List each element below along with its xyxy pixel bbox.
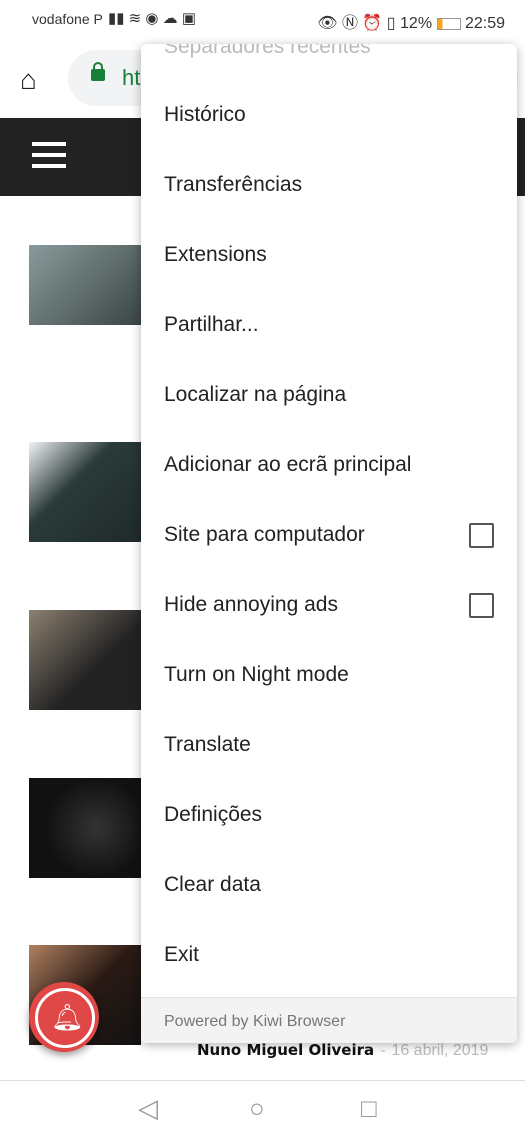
menu-item[interactable]: Histórico: [164, 100, 494, 130]
menu-item[interactable]: Definições: [164, 800, 494, 830]
bell-icon: 🔔︎: [51, 1002, 85, 1032]
menu-item-recent-tabs[interactable]: Separadores recentes: [164, 44, 494, 62]
battery-icon: [436, 17, 461, 30]
lock-icon: [91, 62, 105, 81]
notification-bell-button[interactable]: 🔔︎: [29, 982, 99, 1052]
menu-item[interactable]: Transferências: [164, 170, 494, 200]
menu-item[interactable]: Hide annoying ads: [164, 590, 494, 620]
notification-icons: ▮▮ ≋ ◉ ☁ ▣: [108, 10, 197, 27]
article-thumbnail[interactable]: [29, 245, 141, 325]
checkbox[interactable]: [469, 593, 494, 618]
menu-item[interactable]: Extensions: [164, 240, 494, 270]
menu-item-label: Hide annoying ads: [164, 593, 338, 616]
menu-item[interactable]: Exit: [164, 940, 494, 970]
menu-item-label: Transferências: [164, 173, 303, 196]
article-byline: Nuno Miguel Oliveira -16 abril, 2019: [197, 1041, 488, 1060]
separator: -: [380, 1042, 386, 1059]
menu-item-label: Definições: [164, 803, 263, 826]
home-icon[interactable]: ⌂: [20, 64, 37, 96]
url-text: ht: [122, 65, 141, 90]
home-nav-icon[interactable]: ○: [249, 1093, 265, 1124]
article-thumbnail[interactable]: [29, 610, 141, 710]
menu-item-label: Turn on Night mode: [164, 663, 349, 686]
menu-item[interactable]: Clear data: [164, 870, 494, 900]
carrier: vodafone P: [32, 11, 103, 27]
menu-item[interactable]: Localizar na página: [164, 380, 494, 410]
android-nav-bar: ◁ ○ □: [0, 1080, 525, 1138]
status-bar: vodafone P ▮▮ ≋ ◉ ☁ ▣ 👁 Ⓝ ⏰ ▯ 12% 22:59: [0, 0, 525, 38]
menu-footer: Powered by Kiwi Browser: [141, 997, 517, 1043]
menu-item[interactable]: Site para computador: [164, 520, 494, 550]
menu-item-label: Histórico: [164, 103, 246, 126]
menu-item-label: Localizar na página: [164, 383, 347, 406]
menu-item[interactable]: Partilhar...: [164, 310, 494, 340]
menu-item-label: Partilhar...: [164, 313, 259, 336]
system-icons: 👁 Ⓝ ⏰ ▯: [317, 15, 401, 32]
menu-item-label: Exit: [164, 943, 200, 966]
menu-item-label: Clear data: [164, 873, 261, 896]
battery-percent: 12%: [400, 15, 433, 32]
clock: 22:59: [464, 15, 505, 32]
checkbox[interactable]: [469, 523, 494, 548]
menu-item[interactable]: Turn on Night mode: [164, 660, 494, 690]
article-thumbnail[interactable]: [29, 442, 141, 542]
menu-item[interactable]: Translate: [164, 730, 494, 760]
menu-item[interactable]: Adicionar ao ecrã principal: [164, 450, 494, 480]
menu-item-label: Translate: [164, 733, 251, 756]
browser-menu: Separadores recentes Histórico Transferên…: [141, 44, 517, 1043]
recents-icon[interactable]: □: [361, 1093, 377, 1124]
author: Nuno Miguel Oliveira: [197, 1041, 375, 1059]
menu-item-label: Extensions: [164, 243, 267, 266]
menu-item-label: Adicionar ao ecrã principal: [164, 453, 412, 476]
hamburger-menu-icon[interactable]: [32, 142, 66, 175]
article-thumbnail[interactable]: [29, 778, 141, 878]
back-icon[interactable]: ◁: [138, 1093, 158, 1124]
date: 16 abril, 2019: [391, 1042, 489, 1059]
menu-item-label: Site para computador: [164, 523, 365, 546]
